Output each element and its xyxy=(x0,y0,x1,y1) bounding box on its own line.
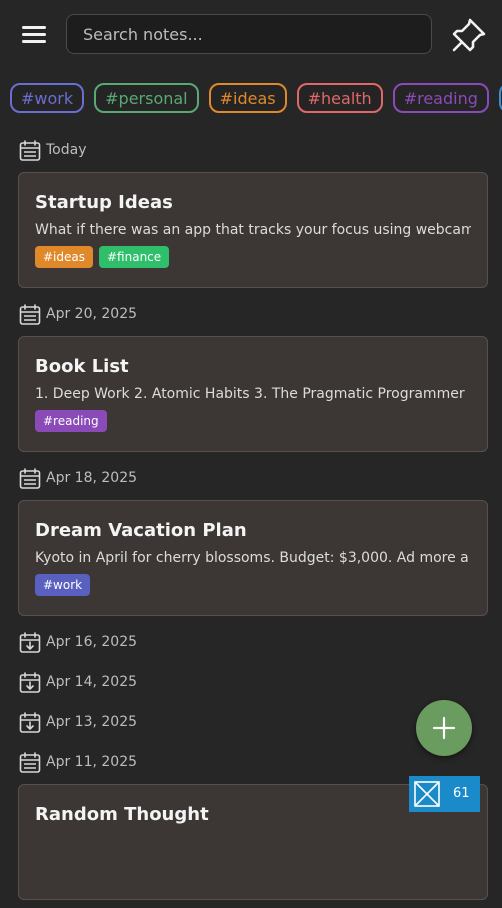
calendar-download-icon xyxy=(19,712,41,733)
date-header: Apr 14, 2025 xyxy=(0,664,502,704)
date-label: Today xyxy=(46,142,87,158)
date-header: Today xyxy=(0,132,502,172)
message-badge[interactable]: 61 xyxy=(409,776,480,812)
note-title: Book List xyxy=(35,356,129,377)
calendar-icon xyxy=(19,468,41,489)
pushpin-icon xyxy=(452,18,486,52)
add-note-button[interactable] xyxy=(416,700,472,756)
note-tags: #work xyxy=(35,574,471,598)
tag-chip[interactable]: #health xyxy=(296,83,383,113)
tag-filter-bar: #work#personal#ideas#health#reading#t xyxy=(10,83,502,117)
note-tag[interactable]: #reading xyxy=(35,410,107,432)
note-tags: #reading xyxy=(35,410,471,434)
calendar-download-icon xyxy=(19,672,41,693)
note-tag[interactable]: #ideas xyxy=(35,246,93,268)
calendar-icon xyxy=(19,752,41,773)
calendar-download-icon xyxy=(19,632,41,653)
pin-button[interactable] xyxy=(450,16,488,54)
date-label: Apr 11, 2025 xyxy=(46,754,138,770)
note-title: Dream Vacation Plan xyxy=(35,520,247,541)
tag-chip[interactable]: #personal xyxy=(94,83,199,113)
note-title: Startup Ideas xyxy=(35,192,173,213)
date-label: Apr 14, 2025 xyxy=(46,674,138,690)
tag-chip[interactable]: #work xyxy=(10,83,85,113)
note-preview: What if there was an app that tracks you… xyxy=(35,222,471,238)
date-label: Apr 16, 2025 xyxy=(46,634,138,650)
tag-chip[interactable]: #ideas xyxy=(208,83,287,113)
search-input[interactable] xyxy=(66,14,432,54)
note-card[interactable]: Dream Vacation Plan Kyoto in April for ch… xyxy=(18,500,488,616)
plus-icon xyxy=(432,716,456,740)
date-label: Apr 13, 2025 xyxy=(46,714,138,730)
note-tag[interactable]: #work xyxy=(35,574,91,596)
note-preview: 1. Deep Work 2. Atomic Habits 3. The Pra… xyxy=(35,386,465,402)
menu-button[interactable] xyxy=(18,20,50,48)
note-card[interactable]: Book List 1. Deep Work 2. Atomic Habits 3… xyxy=(18,336,488,452)
date-header: Apr 20, 2025 xyxy=(0,296,502,336)
calendar-icon xyxy=(19,140,41,161)
date-header: Apr 16, 2025 xyxy=(0,624,502,664)
badge-count: 61 xyxy=(453,786,470,801)
tag-chip[interactable]: #reading xyxy=(392,83,489,113)
top-bar xyxy=(0,0,502,70)
date-header: Apr 18, 2025 xyxy=(0,460,502,500)
note-tags: #ideas #finance xyxy=(35,246,471,270)
note-preview: Kyoto in April for cherry blossoms. Budg… xyxy=(35,550,469,566)
date-label: Apr 18, 2025 xyxy=(46,470,138,486)
envelope-icon xyxy=(414,781,440,807)
note-tag[interactable]: #finance xyxy=(99,246,170,268)
date-label: Apr 20, 2025 xyxy=(46,306,138,322)
note-card[interactable]: Startup Ideas What if there was an app th… xyxy=(18,172,488,288)
note-title: Random Thought xyxy=(35,804,209,825)
calendar-icon xyxy=(19,304,41,325)
